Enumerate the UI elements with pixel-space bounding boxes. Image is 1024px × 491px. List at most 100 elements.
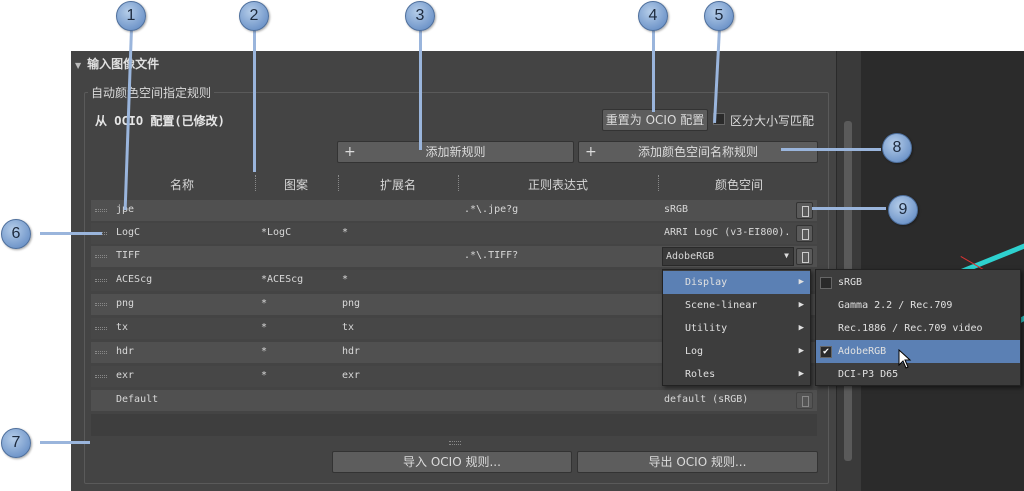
rule-regex[interactable]: .*\.jpe?g	[464, 204, 518, 215]
table-empty-area	[91, 414, 817, 436]
import-rules-button[interactable]: 导入 OCIO 规则...	[332, 451, 572, 473]
submenu-item[interactable]: Gamma 2.2 / Rec.709	[816, 294, 1020, 317]
table-row[interactable]: TIFF .*\.TIFF? AdobeRGB ▼	[91, 246, 817, 267]
callout-badge: 4	[638, 1, 668, 31]
rule-name[interactable]: exr	[116, 370, 134, 381]
rule-colorspace[interactable]: ARRI LogC (v3-EI800).	[664, 227, 790, 238]
delete-rule-icon[interactable]	[796, 248, 813, 265]
col-separator[interactable]	[458, 175, 460, 191]
colorspace-dropdown[interactable]: AdobeRGB ▼	[662, 247, 794, 266]
col-header-pattern[interactable]: 图案	[284, 176, 308, 193]
callout-line	[419, 28, 422, 150]
drag-handle-icon[interactable]	[95, 303, 107, 306]
rule-pattern[interactable]: *	[261, 298, 267, 309]
menu-item-utility[interactable]: Utility ▶	[663, 317, 810, 340]
drag-handle-icon[interactable]	[95, 327, 107, 330]
rule-extension[interactable]: exr	[342, 370, 360, 381]
rule-name[interactable]: TIFF	[116, 250, 140, 261]
rule-pattern[interactable]: *	[261, 370, 267, 381]
drag-handle-icon[interactable]	[95, 351, 107, 354]
rule-name[interactable]: tx	[116, 322, 128, 333]
callout-line	[40, 232, 102, 235]
drag-handle-icon[interactable]	[95, 279, 107, 282]
reset-to-ocio-button[interactable]: 重置为 OCIO 配置	[602, 109, 708, 131]
rule-extension[interactable]: tx	[342, 322, 354, 333]
rule-name[interactable]: LogC	[116, 227, 140, 238]
add-colorspace-rule-button[interactable]: + 添加颜色空间名称规则	[578, 141, 818, 163]
menu-label: Utility	[685, 323, 728, 334]
submenu-item[interactable]: Rec.1886 / Rec.709 video	[816, 317, 1020, 340]
table-row[interactable]: jpe .*\.jpe?g sRGB	[91, 200, 817, 221]
add-rule-label: 添加新规则	[425, 145, 486, 159]
callout-badge: 1	[116, 1, 146, 31]
delete-rule-icon[interactable]	[796, 202, 813, 219]
col-separator[interactable]	[338, 175, 340, 191]
col-header-regex[interactable]: 正则表达式	[528, 176, 588, 193]
callout-badge: 7	[1, 428, 31, 458]
col-header-name[interactable]: 名称	[170, 176, 194, 193]
case-sensitive-label: 区分大小写匹配	[730, 114, 815, 128]
callout-line	[652, 28, 655, 112]
menu-label: Log	[685, 346, 704, 357]
submenu-arrow-icon: ▶	[798, 369, 804, 379]
menu-item-log[interactable]: Log ▶	[663, 340, 810, 363]
drag-handle-icon[interactable]	[95, 375, 107, 378]
drag-handle-icon[interactable]	[95, 255, 107, 258]
checkbox-icon	[820, 277, 832, 289]
add-rule-button[interactable]: + 添加新规则	[337, 141, 574, 163]
drag-handle-icon[interactable]	[95, 209, 107, 212]
rule-regex[interactable]: .*\.TIFF?	[464, 250, 518, 261]
table-row-default[interactable]: Default default (sRGB)	[91, 390, 817, 411]
rule-pattern[interactable]: *	[261, 346, 267, 357]
mouse-pointer-icon	[898, 349, 912, 369]
rule-name[interactable]: ACEScg	[116, 274, 152, 285]
col-separator[interactable]	[658, 175, 660, 191]
callout-badge: 6	[1, 219, 31, 249]
rule-extension[interactable]: png	[342, 298, 360, 309]
colorspace-category-menu: Display ▶ Scene-linear ▶ Utility ▶ Log ▶ Rol…	[662, 269, 811, 386]
submenu-label: DCI-P3 D65	[838, 369, 899, 380]
add-cs-rule-label: 添加颜色空间名称规则	[637, 145, 758, 159]
delete-rule-icon	[796, 392, 813, 409]
collapse-triangle-icon[interactable]: ▼	[75, 61, 81, 70]
colorspace-submenu: sRGB Gamma 2.2 / Rec.709 Rec.1886 / Rec.…	[815, 269, 1021, 386]
menu-label: Display	[685, 277, 728, 288]
menu-label: Scene-linear	[685, 300, 758, 311]
menu-item-display[interactable]: Display ▶	[663, 271, 810, 294]
menu-item-scene-linear[interactable]: Scene-linear ▶	[663, 294, 810, 317]
rule-extension[interactable]: *	[342, 274, 348, 285]
submenu-label: Rec.1886 / Rec.709 video	[838, 323, 983, 334]
rule-pattern[interactable]: *	[261, 322, 267, 333]
reset-label: 重置为 OCIO 配置	[605, 113, 705, 127]
section-title: 输入图像文件	[87, 57, 160, 71]
col-header-extension[interactable]: 扩展名	[380, 176, 416, 193]
col-separator[interactable]	[255, 175, 257, 191]
submenu-item[interactable]: sRGB	[816, 271, 1020, 294]
rule-name[interactable]: hdr	[116, 346, 134, 357]
col-header-colorspace[interactable]: 颜色空间	[715, 176, 763, 193]
submenu-arrow-icon: ▶	[798, 277, 804, 287]
callout-line	[40, 441, 90, 444]
rule-pattern[interactable]: *LogC	[261, 227, 291, 238]
menu-item-roles[interactable]: Roles ▶	[663, 363, 810, 386]
rule-colorspace[interactable]: sRGB	[664, 204, 688, 215]
section-header[interactable]: ▼ 输入图像文件	[75, 55, 159, 72]
rule-name[interactable]: Default	[116, 394, 158, 405]
submenu-item[interactable]: DCI-P3 D65	[816, 363, 1020, 386]
rule-colorspace[interactable]: default (sRGB)	[664, 394, 748, 405]
table-row[interactable]: LogC *LogC * ARRI LogC (v3-EI800).	[91, 223, 817, 244]
rule-extension[interactable]: hdr	[342, 346, 360, 357]
group-title: 自动颜色空间指定规则	[88, 84, 215, 101]
plus-icon: +	[585, 144, 597, 160]
delete-rule-icon[interactable]	[796, 225, 813, 242]
rule-extension[interactable]: *	[342, 227, 348, 238]
dropdown-value: AdobeRGB	[666, 251, 715, 262]
splitter-handle-icon[interactable]	[449, 441, 461, 445]
rule-name[interactable]: png	[116, 298, 134, 309]
submenu-item-selected[interactable]: ✔ AdobeRGB	[816, 340, 1020, 363]
export-rules-button[interactable]: 导出 OCIO 规则...	[577, 451, 818, 473]
export-label: 导出 OCIO 规则...	[648, 455, 747, 469]
callout-badge: 8	[882, 133, 912, 163]
plus-icon: +	[344, 144, 356, 160]
rule-pattern[interactable]: *ACEScg	[261, 274, 303, 285]
